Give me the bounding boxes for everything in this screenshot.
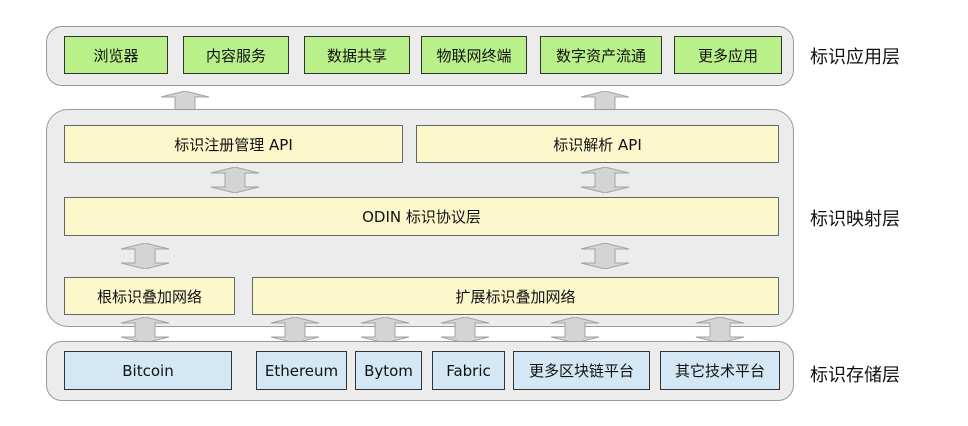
app-layer-label: 标识应用层 bbox=[810, 47, 900, 68]
app-item-more-apps: 更多应用 bbox=[674, 36, 782, 74]
ext-network-box: 扩展标识叠加网络 bbox=[252, 277, 779, 315]
storage-item-bitcoin: Bitcoin bbox=[64, 351, 232, 390]
double-arrow-icon bbox=[690, 317, 750, 343]
register-api-box: 标识注册管理 API bbox=[64, 125, 403, 163]
storage-layer-label: 标识存储层 bbox=[810, 365, 900, 386]
storage-item-fabric: Fabric bbox=[432, 351, 505, 390]
double-arrow-icon bbox=[435, 317, 495, 343]
storage-item-other-platform: 其它技术平台 bbox=[660, 351, 780, 390]
double-arrow-icon bbox=[115, 317, 175, 343]
double-arrow-icon bbox=[575, 167, 635, 193]
double-arrow-icon bbox=[355, 317, 415, 343]
app-item-content-service: 内容服务 bbox=[183, 36, 289, 74]
app-item-browser: 浏览器 bbox=[64, 36, 168, 74]
app-item-iot-terminal: 物联网终端 bbox=[421, 36, 527, 74]
double-arrow-icon bbox=[575, 243, 635, 269]
double-arrow-icon bbox=[115, 243, 175, 269]
odin-protocol-box: ODIN 标识协议层 bbox=[64, 197, 779, 236]
root-network-box: 根标识叠加网络 bbox=[64, 277, 235, 315]
storage-item-ethereum: Ethereum bbox=[256, 351, 347, 390]
storage-item-bytom: Bytom bbox=[355, 351, 422, 390]
resolve-api-box: 标识解析 API bbox=[416, 125, 779, 163]
double-arrow-icon bbox=[265, 317, 325, 343]
storage-item-more-blockchain: 更多区块链平台 bbox=[513, 351, 650, 390]
app-item-digital-asset: 数字资产流通 bbox=[540, 36, 662, 74]
mapping-layer-label: 标识映射层 bbox=[810, 209, 900, 230]
double-arrow-icon bbox=[545, 317, 605, 343]
double-arrow-icon bbox=[205, 167, 265, 193]
app-item-data-sharing: 数据共享 bbox=[304, 36, 410, 74]
